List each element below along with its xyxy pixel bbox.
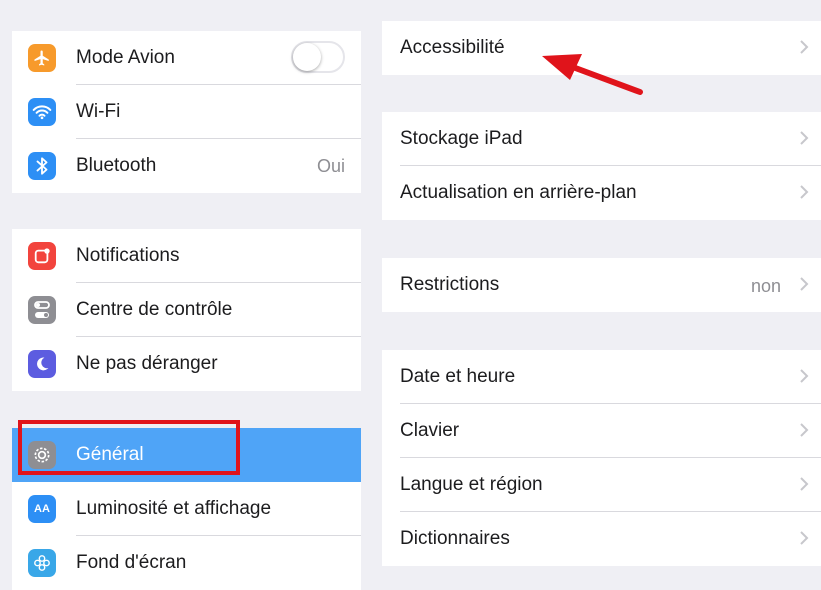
sidebar-item-wallpaper[interactable]: Fond d'écran (12, 536, 361, 590)
sidebar-item-notifications[interactable]: Notifications (12, 229, 361, 283)
sidebar-item-control-center[interactable]: Centre de contrôle (12, 283, 361, 337)
airplane-icon (28, 44, 56, 72)
sidebar-item-display-brightness[interactable]: AA Luminosité et affichage (12, 482, 361, 536)
sidebar-item-label: Centre de contrôle (76, 299, 233, 320)
row-label: Accessibilité (400, 37, 505, 58)
row-label: Langue et région (400, 474, 543, 495)
restrictions-status-value: non (750, 276, 781, 296)
sidebar-item-label: Mode Avion (76, 47, 175, 68)
toggle-knob (293, 43, 321, 71)
chevron-right-icon (800, 185, 809, 199)
row-date-time[interactable]: Date et heure (382, 350, 821, 404)
text-size-icon: AA (28, 495, 56, 523)
row-background-refresh[interactable]: Actualisation en arrière-plan (382, 166, 821, 220)
sidebar-item-label: Wi-Fi (76, 101, 121, 122)
chevron-right-icon (800, 277, 809, 291)
airplane-mode-toggle[interactable] (291, 41, 345, 73)
row-language-region[interactable]: Langue et région (382, 458, 821, 512)
row-label: Restrictions (400, 274, 500, 295)
sidebar-group-notifications: Notifications Centre de contrôle Ne pas … (12, 229, 361, 391)
sidebar-item-do-not-disturb[interactable]: Ne pas déranger (12, 337, 361, 391)
wallpaper-icon (28, 549, 56, 577)
sidebar-item-wifi[interactable]: Wi-Fi (12, 85, 361, 139)
sidebar-item-label: Bluetooth (76, 155, 157, 176)
chevron-right-icon (800, 131, 809, 145)
row-keyboard[interactable]: Clavier (382, 404, 821, 458)
row-label: Date et heure (400, 366, 516, 387)
chevron-right-icon (800, 531, 809, 545)
chevron-right-icon (800, 40, 809, 54)
sidebar-item-bluetooth[interactable]: Bluetooth Oui (12, 139, 361, 193)
chevron-right-icon (800, 477, 809, 491)
bluetooth-status-value: Oui (316, 156, 345, 176)
notifications-icon (28, 242, 56, 270)
row-label: Actualisation en arrière-plan (400, 182, 637, 203)
sidebar-item-label: Notifications (76, 245, 180, 266)
sidebar-item-label: Luminosité et affichage (76, 498, 272, 519)
main-group-restrictions: Restrictions non (382, 258, 821, 312)
sidebar-item-label: Fond d'écran (76, 552, 187, 573)
row-dictionaries[interactable]: Dictionnaires (382, 512, 821, 566)
row-label: Stockage iPad (400, 128, 523, 149)
wifi-icon (28, 98, 56, 126)
moon-icon (28, 350, 56, 378)
red-arrow-annotation (542, 54, 643, 95)
main-group-datetime: Date et heure Clavier Langue et région D… (382, 350, 821, 566)
row-ipad-storage[interactable]: Stockage iPad (382, 112, 821, 166)
sidebar-item-mode-avion[interactable]: Mode Avion (12, 31, 361, 85)
row-label: Clavier (400, 420, 460, 441)
sidebar-item-label: Ne pas déranger (76, 353, 218, 374)
bluetooth-icon (28, 152, 56, 180)
control-center-icon (28, 296, 56, 324)
main-group-storage: Stockage iPad Actualisation en arrière-p… (382, 112, 821, 220)
row-label: Dictionnaires (400, 528, 510, 549)
sidebar-group-connectivity: Mode Avion Wi-Fi Bluetooth Oui (12, 31, 361, 193)
chevron-right-icon (800, 369, 809, 383)
general-highlight-box (18, 420, 240, 475)
settings-sidebar: Mode Avion Wi-Fi Bluetooth Oui Notificat… (0, 0, 362, 590)
row-restrictions[interactable]: Restrictions non (382, 258, 821, 312)
chevron-right-icon (800, 423, 809, 437)
